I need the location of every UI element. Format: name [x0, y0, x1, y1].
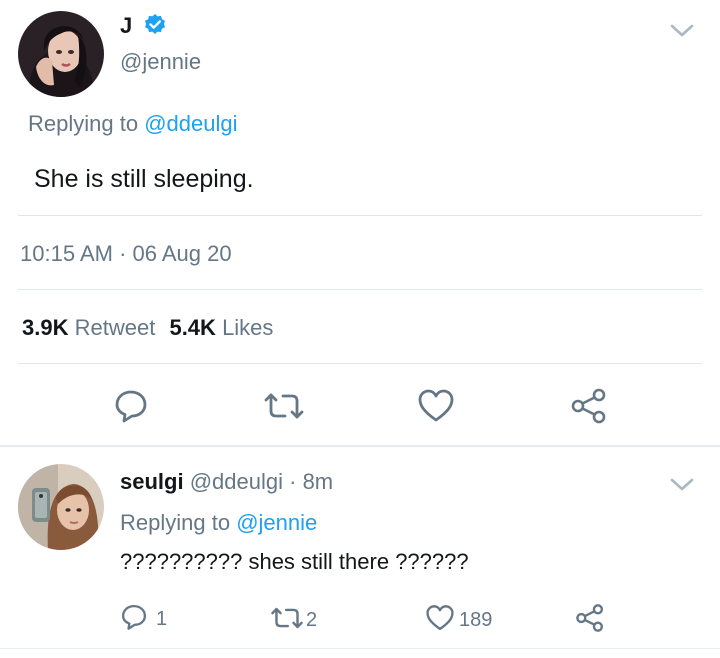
divider: [18, 363, 702, 364]
divider: [18, 289, 702, 290]
reply-author-handle[interactable]: @ddeulgi: [190, 469, 283, 494]
reply-reply-action[interactable]: 1: [120, 603, 167, 636]
section-divider: [0, 445, 720, 447]
like-icon: [425, 604, 455, 637]
reply-author-name[interactable]: seulgi: [120, 469, 184, 494]
tweet-timestamp[interactable]: 10:15 AM · 06 Aug 20: [20, 241, 232, 267]
chevron-down-icon[interactable]: [669, 476, 695, 494]
reply-author-avatar[interactable]: [18, 464, 104, 550]
retweet-count: 2: [306, 609, 318, 631]
reply-text: ?????????? shes still there ??????: [120, 549, 469, 574]
retweet-icon: [270, 604, 304, 637]
bottom-divider: [0, 648, 720, 649]
like-count: 5.4K: [169, 315, 216, 340]
author-name[interactable]: J: [120, 13, 132, 39]
reply-like-action[interactable]: 189: [425, 604, 492, 637]
author-avatar[interactable]: [18, 11, 104, 97]
like-label: Likes: [222, 315, 274, 340]
chevron-down-icon[interactable]: [669, 22, 695, 40]
retweet-label: Retweet: [74, 315, 156, 340]
reply-icon: [120, 603, 148, 636]
retweet-count: 3.9K: [22, 315, 69, 340]
reply-time-ago[interactable]: · 8m: [289, 469, 333, 494]
like-stat[interactable]: 5.4K Likes: [169, 315, 273, 340]
reply-replying-to: Replying to @jennie: [120, 510, 317, 536]
reply-header: seulgi @ddeulgi · 8m: [120, 469, 333, 495]
replying-prefix: Replying to: [28, 111, 139, 136]
reply-retweet-action[interactable]: 2: [270, 604, 317, 637]
divider: [18, 215, 702, 216]
reply-replying-to-link[interactable]: @jennie: [236, 510, 317, 535]
share-icon[interactable]: [570, 387, 608, 425]
like-icon[interactable]: [417, 388, 455, 424]
reply-icon[interactable]: [113, 388, 149, 424]
like-count: 189: [459, 609, 493, 631]
share-icon[interactable]: [575, 603, 605, 633]
reply-count: 1: [156, 608, 168, 630]
retweet-icon[interactable]: [263, 389, 305, 423]
author-handle[interactable]: @jennie: [120, 49, 201, 75]
tweet-text: She is still sleeping.: [34, 165, 254, 193]
engagement-stats: 3.9K Retweet 5.4K Likes: [22, 315, 273, 341]
replying-to-link[interactable]: @ddeulgi: [144, 111, 237, 136]
reply-replying-prefix: Replying to: [120, 510, 231, 535]
verified-badge-icon: [143, 13, 167, 37]
retweet-stat[interactable]: 3.9K Retweet: [22, 315, 161, 340]
replying-to: Replying to @ddeulgi: [28, 111, 238, 137]
